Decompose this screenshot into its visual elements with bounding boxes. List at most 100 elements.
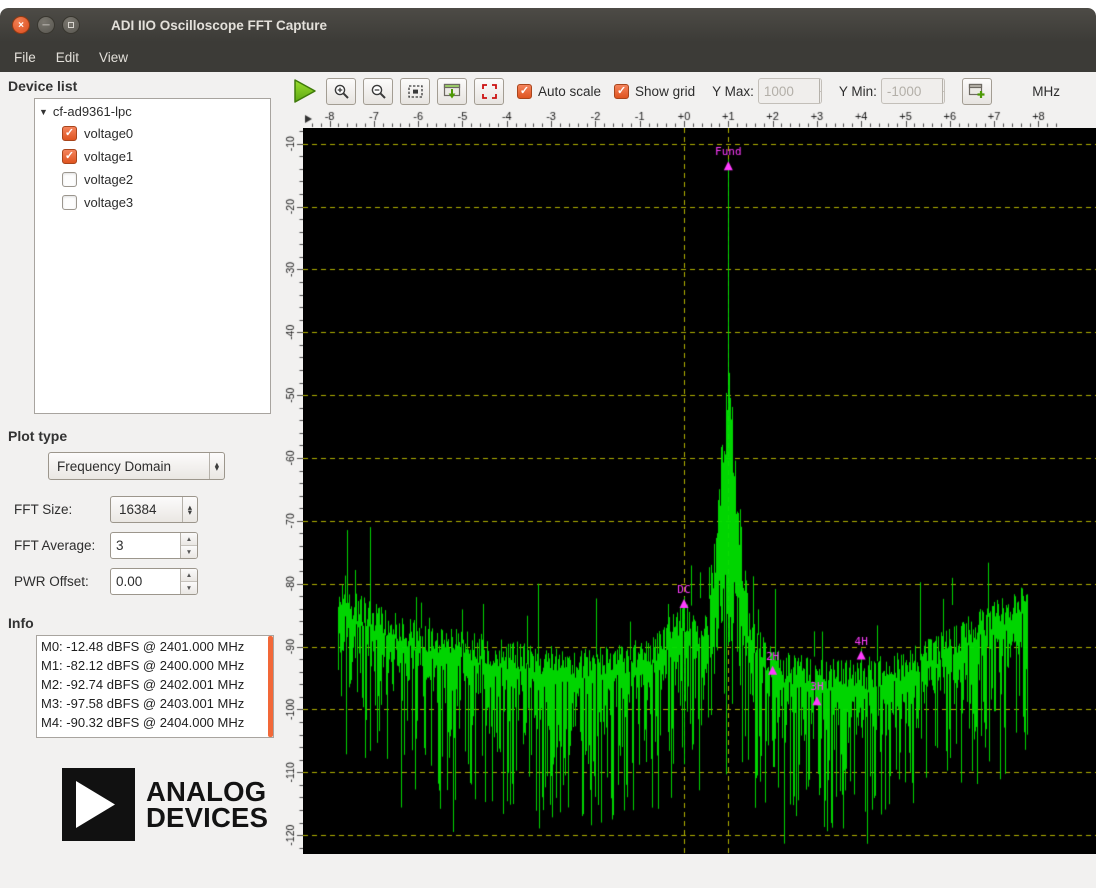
- device-node[interactable]: ▼ cf-ad9361-lpc: [35, 101, 270, 122]
- zoom-in-icon: [333, 83, 350, 100]
- plot-type-value: Frequency Domain: [57, 459, 171, 474]
- fullscreen-button[interactable]: [474, 78, 504, 105]
- pwr-offset-label: PWR Offset:: [14, 574, 110, 589]
- marker-info-line: M1: -82.12 dBFS @ 2400.000 MHz: [41, 656, 267, 675]
- spin-up-button[interactable]: ▲: [181, 533, 197, 546]
- spin-down-button: ▼: [820, 92, 822, 104]
- fft-average-spin: ▲ ▼: [110, 532, 198, 559]
- voltage1-checkbox[interactable]: ✓: [62, 149, 77, 164]
- analog-devices-logo: ANALOG DEVICES: [62, 768, 283, 841]
- check-icon: ✓: [65, 151, 74, 162]
- y-axis-ruler: [283, 128, 303, 854]
- new-plot-button[interactable]: [962, 78, 992, 105]
- voltage2-checkbox[interactable]: ✓: [62, 172, 77, 187]
- plot-toolbar: ✓ Auto scale ✓ Show grid Y Max: ▲ ▼: [283, 72, 1096, 110]
- info-scrollbar[interactable]: [268, 636, 273, 737]
- pwr-offset-input[interactable]: [111, 569, 180, 594]
- fft-average-label: FFT Average:: [14, 538, 110, 553]
- zoom-fit-icon: [407, 83, 424, 100]
- close-icon: ×: [18, 20, 24, 31]
- channel-label: voltage1: [84, 149, 133, 164]
- spin-up-button: ▲: [943, 79, 945, 92]
- save-capture-button[interactable]: [437, 78, 467, 105]
- minimize-button[interactable]: ─: [37, 16, 55, 34]
- close-button[interactable]: ×: [12, 16, 30, 34]
- minimize-icon: ─: [42, 20, 49, 31]
- marker-info-line: M0: -12.48 dBFS @ 2401.000 MHz: [41, 637, 267, 656]
- channel-row-voltage1[interactable]: ✓ voltage1: [35, 145, 270, 168]
- plot-type-label: Plot type: [0, 422, 283, 446]
- channel-row-voltage3[interactable]: ✓ voltage3: [35, 191, 270, 214]
- voltage0-checkbox[interactable]: ✓: [62, 126, 77, 141]
- sidebar: Device list ▼ cf-ad9361-lpc ✓ voltage0 ✓…: [0, 72, 283, 888]
- marker-info-line: M2: -92.74 dBFS @ 2402.001 MHz: [41, 675, 267, 694]
- maximize-button[interactable]: [62, 16, 80, 34]
- new-plot-icon: [968, 83, 986, 100]
- zoom-out-icon: [370, 83, 387, 100]
- marker-info-line: M3: -97.58 dBFS @ 2403.001 MHz: [41, 694, 267, 713]
- save-capture-icon: [443, 83, 461, 100]
- auto-scale-checkbox-group[interactable]: ✓ Auto scale: [517, 84, 601, 99]
- adi-triangle-logo-icon: [62, 768, 135, 841]
- window-title: ADI IIO Oscilloscope FFT Capture: [111, 18, 327, 33]
- titlebar: × ─ ADI IIO Oscilloscope FFT Capture: [0, 8, 1096, 42]
- show-grid-checkbox[interactable]: ✓: [614, 84, 629, 99]
- spin-up-button[interactable]: ▲: [181, 569, 197, 582]
- show-grid-checkbox-group[interactable]: ✓ Show grid: [614, 84, 695, 99]
- marker-info-box[interactable]: M0: -12.48 dBFS @ 2401.000 MHz M1: -82.1…: [36, 635, 274, 738]
- pwr-offset-spin: ▲ ▼: [110, 568, 198, 595]
- spin-down-button[interactable]: ▼: [181, 582, 197, 594]
- plot-type-combo[interactable]: Frequency Domain ▴▾: [48, 452, 225, 480]
- ruler-corner: [283, 110, 303, 128]
- x-axis-unit-label: MHz: [1032, 84, 1060, 99]
- maximize-icon: [68, 22, 74, 28]
- logo-text-devices: DEVICES: [146, 805, 268, 831]
- menu-view[interactable]: View: [89, 45, 138, 70]
- y-min-label: Y Min:: [839, 84, 877, 99]
- menu-edit[interactable]: Edit: [46, 45, 89, 70]
- check-icon: ✓: [520, 86, 529, 97]
- check-icon: ✓: [617, 86, 626, 97]
- channel-label: voltage0: [84, 126, 133, 141]
- x-axis-ruler: [303, 110, 1096, 128]
- channel-label: voltage3: [84, 195, 133, 210]
- channel-label: voltage2: [84, 172, 133, 187]
- fullscreen-icon: [481, 83, 498, 100]
- device-list-label: Device list: [0, 72, 283, 96]
- play-icon: [291, 78, 317, 104]
- y-min-input: [882, 79, 942, 103]
- bottom-filler: [283, 854, 1096, 888]
- info-label: Info: [0, 609, 283, 633]
- logo-text-analog: ANALOG: [146, 779, 268, 805]
- device-tree[interactable]: ▼ cf-ad9361-lpc ✓ voltage0 ✓ voltage1 ✓ …: [34, 98, 271, 414]
- expander-icon: ▼: [39, 107, 48, 117]
- y-max-spin: ▲ ▼: [758, 78, 822, 104]
- zoom-out-button[interactable]: [363, 78, 393, 105]
- y-max-input: [759, 79, 819, 103]
- capture-play-button[interactable]: [289, 76, 319, 106]
- zoom-in-button[interactable]: [326, 78, 356, 105]
- zoom-fit-button[interactable]: [400, 78, 430, 105]
- menu-file[interactable]: File: [4, 45, 46, 70]
- fft-size-combo[interactable]: 16384 ▴▾: [110, 496, 198, 523]
- auto-scale-checkbox[interactable]: ✓: [517, 84, 532, 99]
- fft-average-input[interactable]: [111, 533, 180, 558]
- channel-row-voltage2[interactable]: ✓ voltage2: [35, 168, 270, 191]
- spin-down-button: ▼: [943, 92, 945, 104]
- y-min-spin: ▲ ▼: [881, 78, 945, 104]
- auto-scale-label: Auto scale: [538, 84, 601, 99]
- device-name: cf-ad9361-lpc: [53, 104, 132, 119]
- channel-row-voltage0[interactable]: ✓ voltage0: [35, 122, 270, 145]
- fft-size-label: FFT Size:: [14, 502, 110, 517]
- voltage3-checkbox[interactable]: ✓: [62, 195, 77, 210]
- check-icon: ✓: [65, 128, 74, 139]
- spin-down-button[interactable]: ▼: [181, 546, 197, 558]
- combo-arrows-icon: ▴▾: [182, 497, 197, 522]
- y-max-label: Y Max:: [712, 84, 754, 99]
- fft-size-value: 16384: [119, 502, 157, 517]
- marker-info-line: M4: -90.32 dBFS @ 2404.000 MHz: [41, 713, 267, 732]
- menubar: File Edit View: [0, 42, 1096, 72]
- show-grid-label: Show grid: [635, 84, 695, 99]
- fft-plot-canvas[interactable]: [303, 128, 1096, 854]
- combo-arrows-icon: ▴▾: [209, 453, 224, 479]
